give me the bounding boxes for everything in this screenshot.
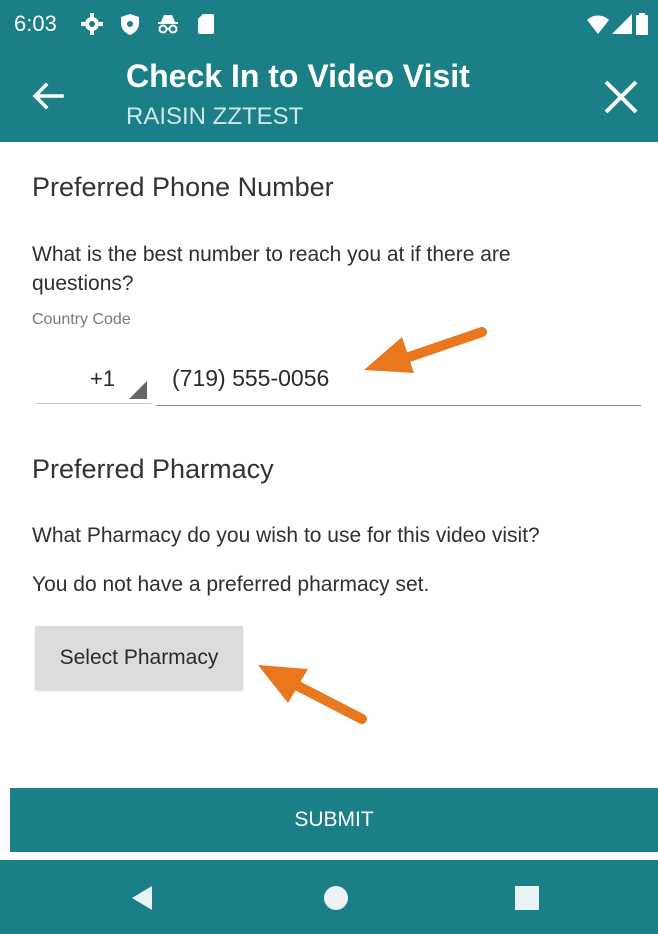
nav-recents-icon	[515, 886, 539, 910]
arrow-left-icon	[32, 82, 64, 110]
select-pharmacy-button[interactable]: Select Pharmacy	[35, 626, 243, 690]
battery-icon	[634, 12, 650, 36]
wifi-icon	[586, 12, 610, 36]
annotation-arrow-phone	[364, 327, 487, 373]
settings-gear-icon	[80, 12, 104, 36]
app-bar: Check In to Video Visit RAISIN ZZTEST	[0, 50, 658, 142]
incognito-icon	[156, 12, 180, 36]
pharmacy-question: What Pharmacy do you wish to use for thi…	[32, 524, 540, 547]
pharmacy-section-heading: Preferred Pharmacy	[32, 454, 274, 484]
nav-back-button[interactable]	[120, 876, 164, 920]
dropdown-caret-icon	[129, 381, 147, 399]
status-bar: 6:03	[0, 0, 658, 50]
page-title: Check In to Video Visit	[126, 58, 470, 94]
annotation-arrow-pharmacy	[258, 665, 367, 724]
close-icon	[604, 80, 638, 114]
back-button[interactable]	[24, 72, 72, 120]
nav-back-icon	[132, 886, 152, 910]
pharmacy-status-text: You do not have a preferred pharmacy set…	[32, 573, 430, 596]
sd-card-icon	[194, 12, 218, 36]
nav-home-icon	[324, 886, 348, 910]
nav-recents-button[interactable]	[505, 876, 549, 920]
signal-icon	[610, 12, 634, 36]
phone-question: What is the best number to reach you at …	[32, 243, 511, 295]
system-nav-bar	[0, 860, 658, 934]
status-time: 6:03	[14, 11, 57, 36]
patient-name: RAISIN ZZTEST	[126, 103, 304, 130]
country-code-label: Country Code	[32, 311, 131, 328]
country-code-select[interactable]: +1	[36, 358, 151, 404]
shield-icon	[118, 12, 142, 36]
phone-section-heading: Preferred Phone Number	[32, 172, 334, 202]
close-button[interactable]	[596, 72, 646, 122]
nav-home-button[interactable]	[314, 876, 358, 920]
country-code-value: +1	[90, 366, 116, 391]
submit-button[interactable]: SUBMIT	[10, 788, 658, 852]
